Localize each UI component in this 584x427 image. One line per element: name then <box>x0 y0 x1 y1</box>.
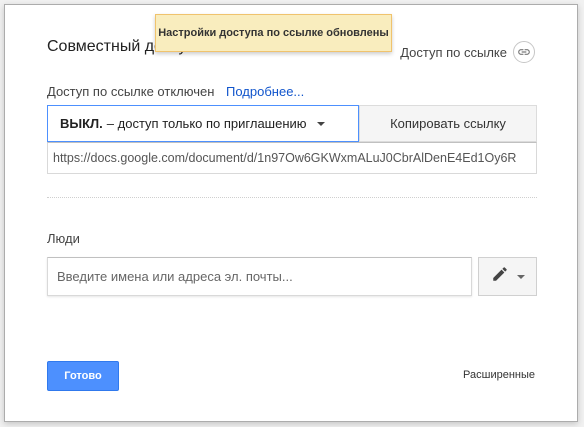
access-level-dropdown[interactable]: ВЫКЛ. – доступ только по приглашению <box>47 105 359 142</box>
done-button[interactable]: Готово <box>47 361 119 391</box>
share-dialog: Совместный доступ Доступ по ссылке Досту… <box>4 4 578 422</box>
link-settings-label[interactable]: Доступ по ссылке <box>400 45 507 60</box>
people-label: Люди <box>47 231 80 246</box>
chevron-down-icon <box>516 274 525 279</box>
people-input[interactable] <box>47 257 472 296</box>
permission-button[interactable] <box>478 257 537 296</box>
pencil-icon <box>491 265 509 288</box>
chevron-down-icon <box>316 121 325 126</box>
access-level-value: ВЫКЛ. <box>60 116 103 131</box>
notification-toast: Настройки доступа по ссылке обновлены <box>155 14 392 52</box>
copy-link-button[interactable]: Копировать ссылку <box>359 105 537 142</box>
access-level-description: – доступ только по приглашению <box>106 116 307 131</box>
link-status-text: Доступ по ссылке отключен <box>47 84 215 99</box>
link-status-row: Доступ по ссылке отключен Подробнее... <box>47 84 304 99</box>
advanced-link[interactable]: Расширенные <box>463 369 535 381</box>
divider <box>47 197 537 198</box>
link-icon[interactable] <box>513 41 535 63</box>
link-settings[interactable]: Доступ по ссылке <box>400 41 535 63</box>
learn-more-link[interactable]: Подробнее... <box>226 84 304 99</box>
share-url-field[interactable]: https://docs.google.com/document/d/1n97O… <box>47 142 537 174</box>
